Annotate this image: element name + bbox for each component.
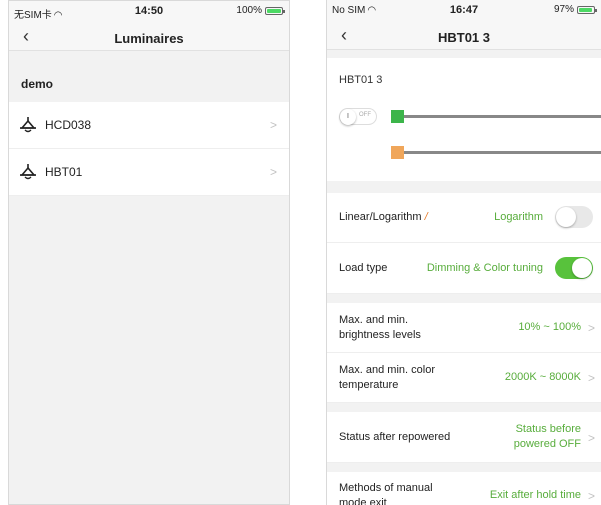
chevron-right-icon: > [587, 371, 595, 385]
chevron-right-icon: > [587, 321, 595, 335]
nav-bar: ‹ Luminaires [9, 25, 289, 51]
chevron-right-icon: > [587, 431, 595, 445]
status-bar: No SIM ◠ 16:47 97% [327, 0, 601, 24]
status-bar: 无SIM卡 ◠ 14:50 100% [9, 1, 289, 25]
luminaires-screen: 无SIM卡 ◠ 14:50 100% ‹ Luminaires demo HCD0… [8, 0, 290, 505]
manual-exit-label: Methods of manual mode exit [339, 482, 433, 505]
load-type-toggle[interactable] [555, 257, 593, 279]
repowered-row[interactable]: Status after repowered Status before pow… [327, 412, 601, 463]
load-type-value: Dimming & Color tuning [426, 262, 543, 274]
page-title: HBT01 3 [437, 30, 491, 45]
linear-log-label: Linear/Logarithm [339, 211, 422, 223]
color-temp-row[interactable]: Max. and min. color temperature 2000K ~ … [327, 353, 601, 403]
color-temp-slider-thumb[interactable] [391, 146, 404, 159]
list-item-hcd038[interactable]: HCD038 > [9, 102, 289, 149]
color-temp-slider[interactable] [397, 151, 601, 154]
power-switch[interactable]: I OFF [339, 108, 377, 125]
manual-exit-value: Exit after hold time [489, 489, 581, 501]
battery-icon [265, 6, 285, 15]
device-name: HBT01 3 [339, 74, 383, 86]
chevron-right-icon: > [269, 118, 277, 132]
linear-log-value: Logarithm [494, 211, 543, 223]
nav-bar: ‹ HBT01 3 [327, 24, 601, 50]
load-type-row: Load type Dimming & Color tuning [327, 243, 601, 294]
color-temp-value: 2000K ~ 8000K [504, 371, 581, 383]
page-title: Luminaires [114, 31, 184, 46]
list-item-hbt01[interactable]: HBT01 > [9, 149, 289, 196]
brightness-slider[interactable] [397, 115, 601, 118]
linear-log-row: Linear/Logarithm / Logarithm [327, 193, 601, 243]
battery-icon [577, 5, 597, 14]
manual-exit-row[interactable]: Methods of manual mode exit Exit after h… [327, 472, 601, 505]
brightness-label: Max. and min. brightness levels [339, 314, 421, 341]
list-item-label: HCD038 [45, 118, 92, 132]
info-icon[interactable]: / [425, 211, 428, 223]
repowered-label: Status after repowered [339, 431, 451, 443]
repowered-value: Status before powered OFF [513, 423, 581, 450]
device-settings-screen: No SIM ◠ 16:47 97% ‹ HBT01 3 HBT01 3 I OF… [326, 0, 601, 505]
brightness-value: 10% ~ 100% [518, 321, 581, 333]
chevron-right-icon: > [269, 165, 277, 179]
battery-indicator: 100% [236, 5, 285, 16]
color-temp-label: Max. and min. color temperature [339, 364, 435, 391]
brightness-row[interactable]: Max. and min. brightness levels 10% ~ 10… [327, 303, 601, 353]
linear-log-toggle[interactable] [555, 206, 593, 228]
power-switch-off-label: OFF [359, 112, 371, 118]
lamp-icon [19, 163, 45, 181]
lamp-icon [19, 116, 45, 134]
luminaire-list: HCD038 > HBT01 > [9, 102, 289, 196]
battery-indicator: 97% [553, 4, 597, 15]
chevron-right-icon: > [587, 489, 595, 503]
battery-percent: 100% [236, 5, 262, 16]
device-control-card: HBT01 3 I OFF [327, 58, 601, 181]
load-type-label: Load type [339, 262, 388, 274]
battery-percent: 97% [553, 4, 574, 15]
list-item-label: HBT01 [45, 165, 83, 179]
group-header: demo [21, 77, 54, 91]
power-switch-knob: I [340, 109, 356, 125]
brightness-slider-thumb[interactable] [391, 110, 404, 123]
